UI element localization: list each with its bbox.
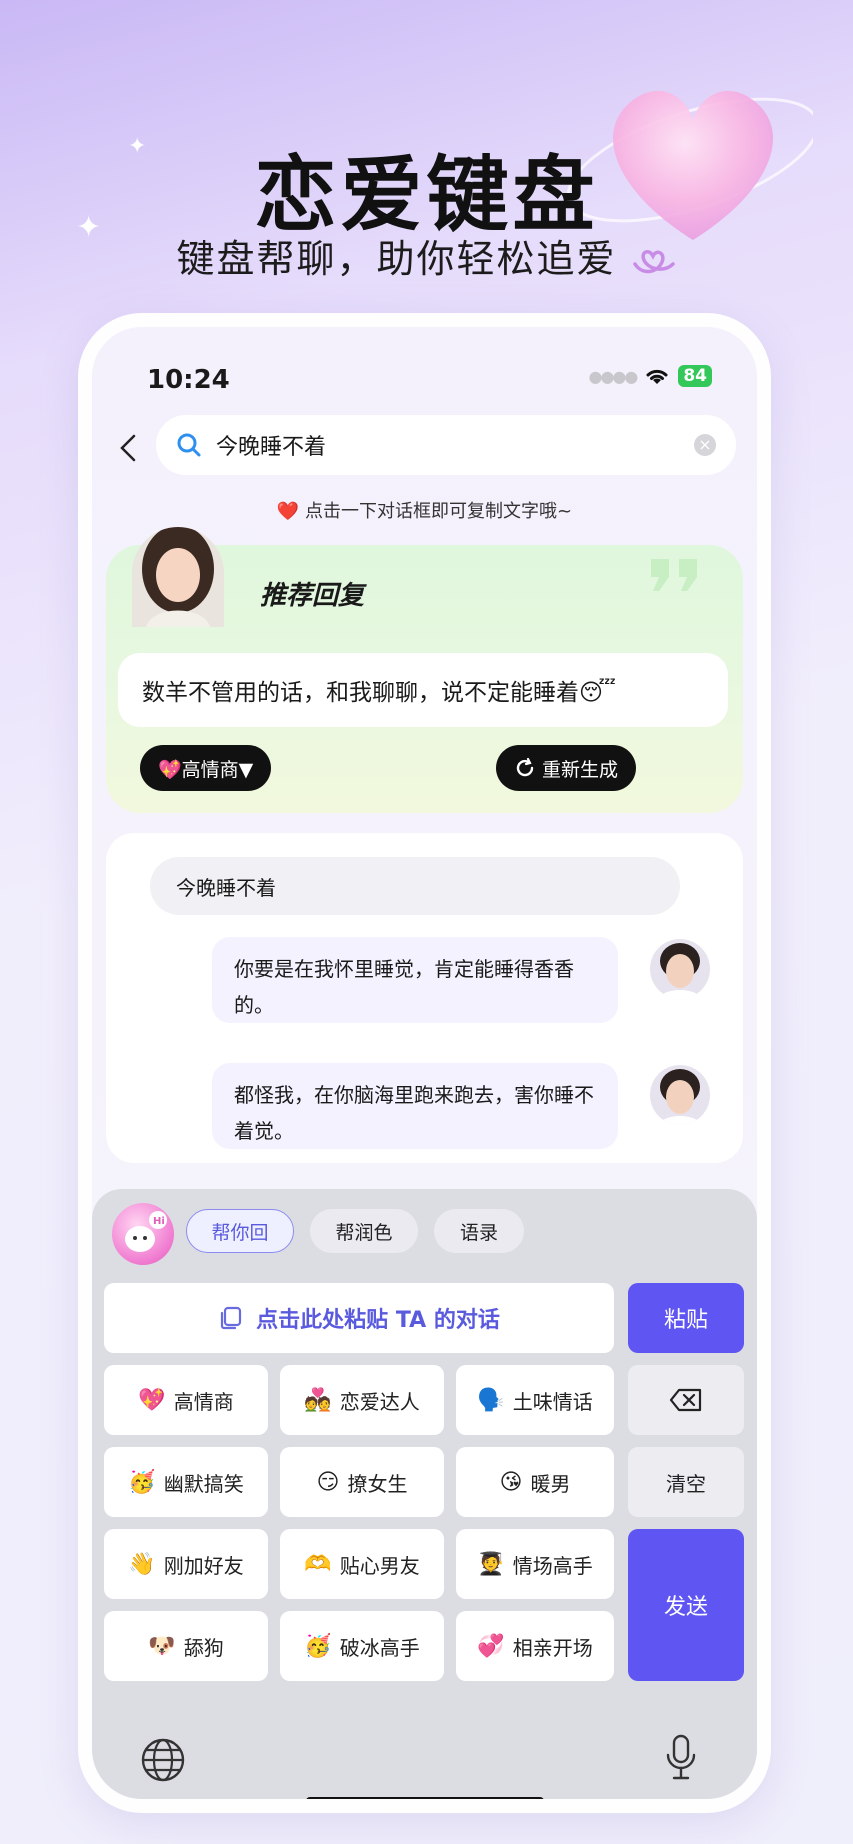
key-label: 暖男: [530, 1471, 571, 1496]
key-emoji: 😏: [316, 1469, 340, 1495]
heart-scribble-icon: [632, 250, 675, 274]
phone-frame: 10:24 ●●●● 84 今晚睡不着 × ❤️ 点击一下对话框即可复制文字哦~: [78, 313, 771, 1813]
key-emoji: 🥳: [304, 1633, 332, 1659]
key-label: 贴心男友: [339, 1553, 420, 1578]
key-label: 恋爱达人: [339, 1389, 420, 1414]
reply-bubble[interactable]: 都怪我，在你脑海里跑来跑去，害你睡不着觉。: [212, 1063, 618, 1149]
key-style[interactable]: 🗣️ 土味情话: [456, 1365, 614, 1435]
clear-icon[interactable]: ×: [694, 434, 716, 456]
boy-avatar: [650, 1065, 710, 1125]
wifi-icon: [646, 369, 668, 384]
boy-avatar: [650, 939, 710, 999]
girl-avatar: [132, 527, 224, 627]
tab-quotes[interactable]: 语录: [434, 1209, 524, 1253]
hero-subtitle-text: 键盘帮聊，助你轻松追爱: [176, 237, 617, 281]
key-emoji: 🗣️: [477, 1387, 505, 1413]
status-time: 10:24: [147, 365, 230, 395]
key-style[interactable]: 😘 暖男: [456, 1447, 614, 1517]
paste-area[interactable]: 点击此处粘贴 TA 的对话: [104, 1283, 614, 1353]
key-emoji: 🫶: [304, 1551, 332, 1577]
quote-icon: [651, 559, 697, 591]
regenerate-label: 重新生成: [542, 758, 619, 781]
key-label: 高情商: [173, 1389, 234, 1414]
key-label: 破冰高手: [339, 1635, 420, 1660]
key-style[interactable]: 👋 刚加好友: [104, 1529, 268, 1599]
key-label: 情场高手: [512, 1553, 593, 1578]
tab-help-reply[interactable]: 帮你回: [186, 1209, 294, 1253]
copy-icon: [221, 1306, 242, 1330]
status-icons: ●●●● 84: [588, 365, 712, 387]
key-style[interactable]: 💞 相亲开场: [456, 1611, 614, 1681]
clear-button[interactable]: 清空: [628, 1447, 744, 1517]
key-label: 舔狗: [183, 1635, 224, 1660]
tab-polish-label: 帮润色: [335, 1221, 393, 1244]
key-style[interactable]: 🥳 幽默搞笑: [104, 1447, 268, 1517]
tab-quotes-label: 语录: [459, 1221, 498, 1244]
battery-indicator: 84: [678, 365, 712, 387]
key-style[interactable]: 🥳 破冰高手: [280, 1611, 444, 1681]
their-message[interactable]: 今晚睡不着: [150, 857, 680, 915]
svg-text:Hi: Hi: [153, 1216, 165, 1227]
key-emoji: 🧑‍🎓: [477, 1551, 505, 1577]
key-style[interactable]: 🫶 贴心男友: [280, 1529, 444, 1599]
tab-help-reply-label: 帮你回: [211, 1221, 269, 1244]
tab-polish[interactable]: 帮润色: [310, 1209, 418, 1253]
style-selector-button[interactable]: 💖高情商▼: [140, 745, 272, 791]
hero-subtitle: 键盘帮聊，助你轻松追爱: [0, 228, 853, 283]
key-style[interactable]: 🧑‍🎓 情场高手: [456, 1529, 614, 1599]
key-emoji: 👋: [128, 1551, 156, 1577]
key-label: 刚加好友: [163, 1553, 244, 1578]
send-button[interactable]: 发送: [628, 1529, 744, 1681]
microphone-icon[interactable]: [664, 1733, 698, 1783]
back-arrow-icon[interactable]: [114, 433, 144, 463]
style-selector-label: 💖高情商▼: [158, 758, 254, 781]
recommend-reply[interactable]: 数羊不管用的话，和我聊聊，说不定能睡着😴: [118, 653, 728, 727]
keyboard-logo: Hi: [112, 1203, 174, 1265]
app-screen: 10:24 ●●●● 84 今晚睡不着 × ❤️ 点击一下对话框即可复制文字哦~: [92, 327, 757, 1799]
paste-prompt: 点击此处粘贴 TA 的对话: [256, 1308, 500, 1333]
search-query: 今晚睡不着: [216, 435, 327, 460]
clear-button-label: 清空: [666, 1471, 706, 1496]
key-style[interactable]: 💖 高情商: [104, 1365, 268, 1435]
backspace-icon: [669, 1388, 702, 1412]
key-emoji: 😘: [499, 1469, 523, 1495]
key-label: 撩女生: [347, 1471, 408, 1496]
paste-button[interactable]: 粘贴: [628, 1283, 744, 1353]
key-emoji: 🐶: [148, 1633, 176, 1659]
copy-tip: ❤️ 点击一下对话框即可复制文字哦~: [276, 501, 573, 522]
regenerate-button[interactable]: 重新生成: [496, 745, 637, 791]
key-emoji: 💖: [138, 1387, 166, 1413]
key-style[interactable]: 💑 恋爱达人: [280, 1365, 444, 1435]
paste-button-label: 粘贴: [663, 1308, 708, 1333]
keyboard-panel: Hi 帮你回 帮润色 语录 点击此处粘贴 TA 的对话 粘贴 💖 高情商 💑 恋…: [92, 1189, 757, 1799]
globe-icon[interactable]: [140, 1737, 186, 1783]
recommend-title: 推荐回复: [260, 581, 365, 611]
key-label: 幽默搞笑: [163, 1471, 244, 1496]
key-emoji: 💞: [477, 1633, 505, 1659]
key-emoji: 🥳: [128, 1469, 156, 1495]
refresh-icon: [516, 757, 534, 777]
reply-bubble[interactable]: 你要是在我怀里睡觉，肯定能睡得香香的。: [212, 937, 618, 1023]
key-emoji: 💑: [304, 1387, 332, 1413]
key-style[interactable]: 😏 撩女生: [280, 1447, 444, 1517]
search-icon: [177, 433, 201, 457]
signal-icon: ●●●●: [588, 366, 638, 386]
key-label: 土味情话: [512, 1389, 593, 1414]
key-label: 相亲开场: [512, 1635, 593, 1660]
send-button-label: 发送: [663, 1595, 708, 1620]
search-input[interactable]: 今晚睡不着 ×: [156, 415, 736, 475]
home-indicator: [306, 1797, 544, 1799]
backspace-button[interactable]: [628, 1365, 744, 1435]
key-style[interactable]: 🐶 舔狗: [104, 1611, 268, 1681]
